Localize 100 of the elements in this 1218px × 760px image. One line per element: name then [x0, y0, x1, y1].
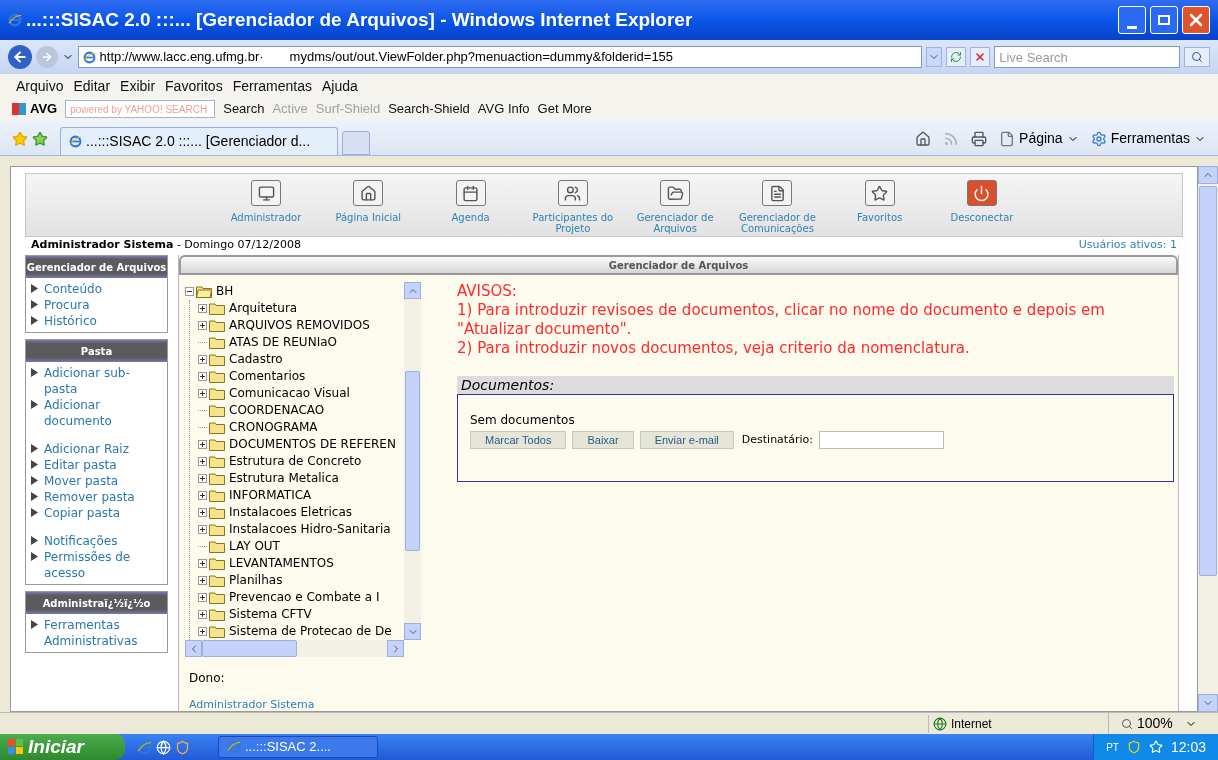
calendar-icon[interactable] [455, 180, 486, 206]
expand-icon[interactable] [198, 372, 207, 381]
menu-item[interactable]: Exibir [120, 75, 156, 97]
search-field[interactable]: Live Search [994, 46, 1181, 68]
nav-link[interactable]: Agenda [451, 212, 490, 223]
sidebar-link[interactable]: Remover pasta [44, 489, 135, 505]
expand-icon[interactable] [198, 593, 207, 602]
sidebar-link[interactable]: Mover pasta [44, 473, 119, 489]
search-field[interactable]: powered by YAHOO! SEARCH [65, 100, 216, 118]
sidebar-link[interactable]: Editar pasta [44, 457, 117, 473]
refresh-button[interactable] [946, 47, 967, 67]
nav-link[interactable]: Página Inicial [335, 212, 402, 223]
house-icon[interactable] [353, 180, 384, 206]
collapse-icon[interactable] [185, 287, 194, 296]
expand-icon[interactable] [198, 610, 207, 619]
tree-item[interactable]: Planilhas [229, 572, 283, 589]
expand-icon[interactable] [198, 491, 207, 500]
nav-link[interactable]: Gerenciador de Arquivos [625, 212, 726, 234]
zoom-level[interactable]: 100% [1137, 713, 1173, 734]
sidebar-link[interactable]: Permissões de acesso [44, 549, 162, 581]
nav-link[interactable]: Participantes do Projeto [522, 212, 623, 234]
sidebar-link[interactable]: Adicionar documento [44, 397, 162, 429]
home-icon[interactable] [915, 130, 932, 147]
sidebar-link[interactable]: Histórico [44, 313, 97, 329]
expand-icon[interactable] [198, 355, 207, 364]
taskbar-window-button[interactable]: ...:::SISAC 2.... [218, 736, 378, 758]
tree-item[interactable]: Instalacoes Hidro-Sanitaria [229, 521, 391, 538]
expand-icon[interactable] [198, 321, 207, 330]
back-button[interactable] [8, 45, 32, 69]
tree-item[interactable]: Cadastro [229, 351, 283, 368]
tree-item[interactable]: Arquitetura [229, 300, 298, 317]
tree-item[interactable]: LAY OUT [229, 538, 280, 555]
sidebar-link[interactable]: Conteúdo [44, 281, 102, 297]
tree-item[interactable]: Sistema de Protecao de De [229, 623, 392, 640]
owner-link[interactable]: Administrador Sistema [189, 697, 421, 711]
sidebar-link[interactable]: Adicionar sub-pasta [44, 365, 162, 397]
expand-icon[interactable] [198, 440, 207, 449]
tools-menu[interactable]: Ferramentas [1110, 128, 1190, 149]
sidebar-link[interactable]: Copiar pasta [44, 505, 121, 521]
browser-tab[interactable]: ...:::SISAC 2.0 :::... [Gerenciador d... [60, 127, 338, 155]
tree-item[interactable]: INFORMATICA [229, 487, 312, 504]
recipient-field[interactable] [818, 431, 944, 449]
favorites-star-icon[interactable] [12, 131, 28, 147]
tree-item[interactable]: BH [216, 283, 234, 300]
toolbar-button[interactable]: Search [223, 99, 265, 119]
tree-item[interactable]: Estrutura Metalica [229, 470, 339, 487]
tree-item[interactable]: CRONOGRAMA [229, 419, 318, 436]
add-favorite-icon[interactable] [32, 131, 48, 147]
minimize-button[interactable] [1118, 6, 1146, 34]
expand-icon[interactable] [198, 474, 207, 483]
globe-icon[interactable] [156, 739, 171, 755]
close-button[interactable] [1182, 6, 1210, 34]
start-button[interactable]: Iniciar [0, 734, 125, 760]
people-icon[interactable] [557, 180, 588, 206]
nav-link[interactable]: Desconectar [950, 212, 1014, 223]
action-button[interactable]: Enviar e-mail [639, 431, 734, 449]
tree-item[interactable]: Sistema CFTV [229, 606, 312, 623]
search-button[interactable] [1184, 47, 1210, 67]
expand-icon[interactable] [198, 508, 207, 517]
menu-item[interactable]: Favoritos [165, 75, 223, 97]
expand-icon[interactable] [198, 525, 207, 534]
page-menu[interactable]: Página [1019, 128, 1063, 149]
tree-item[interactable]: COORDENACAO [229, 402, 325, 419]
tree-item[interactable]: LEVANTAMENTOS [229, 555, 334, 572]
expand-icon[interactable] [198, 627, 207, 636]
tree-item[interactable]: Estrutura de Concreto [229, 453, 362, 470]
action-button[interactable]: Marcar Todos [470, 431, 567, 449]
language-indicator[interactable]: PT [1106, 739, 1119, 755]
expand-icon[interactable] [198, 576, 207, 585]
tree-item[interactable]: Comunicacao Visual [229, 385, 350, 402]
toolbar-button[interactable]: Search-Shield [388, 99, 470, 119]
menu-item[interactable]: Editar [73, 75, 111, 97]
nav-link[interactable]: Favoritos [857, 212, 903, 223]
tree-item[interactable]: ARQUIVOS REMOVIDOS [229, 317, 370, 334]
action-button[interactable]: Baixar [572, 431, 634, 449]
nav-link[interactable]: Gerenciador de Comunicações [727, 212, 828, 234]
sidebar-link[interactable]: Ferramentas Administrativas [44, 617, 162, 649]
folder-icon[interactable] [660, 180, 691, 206]
sidebar-link[interactable]: Procura [44, 297, 90, 313]
menu-item[interactable]: Ferramentas [232, 75, 312, 97]
avg-menu[interactable]: AVG [30, 99, 58, 119]
expand-icon[interactable] [198, 389, 207, 398]
tree-item[interactable]: Prevencao e Combate a I [229, 589, 380, 606]
expand-icon[interactable] [198, 457, 207, 466]
monitor-icon[interactable] [251, 180, 281, 206]
print-icon[interactable] [971, 130, 988, 147]
toolbar-button[interactable]: AVG Info [477, 99, 530, 119]
tree-item[interactable]: Comentarios [229, 368, 306, 385]
sidebar-link[interactable]: Adicionar Raiz [44, 441, 129, 457]
expand-icon[interactable] [198, 559, 207, 568]
toolbar-button[interactable]: Get More [537, 99, 592, 119]
address-field[interactable]: http://www.lacc.eng.ufmg.br· mydms/out/out.ViewFolder.php?menuaction=dummy&folderid=155 [77, 46, 922, 68]
tree-item[interactable]: DOCUMENTOS DE REFEREN [229, 436, 396, 453]
nav-link[interactable]: Administrador [230, 212, 302, 223]
tree-item[interactable]: ATAS DE REUNIaO [229, 334, 337, 351]
tree-item[interactable]: Instalacoes Eletricas [229, 504, 352, 521]
document-icon[interactable] [762, 180, 793, 206]
menu-item[interactable]: Arquivo [16, 75, 64, 97]
shield-icon[interactable] [175, 739, 190, 755]
restore-button[interactable] [1150, 6, 1178, 34]
